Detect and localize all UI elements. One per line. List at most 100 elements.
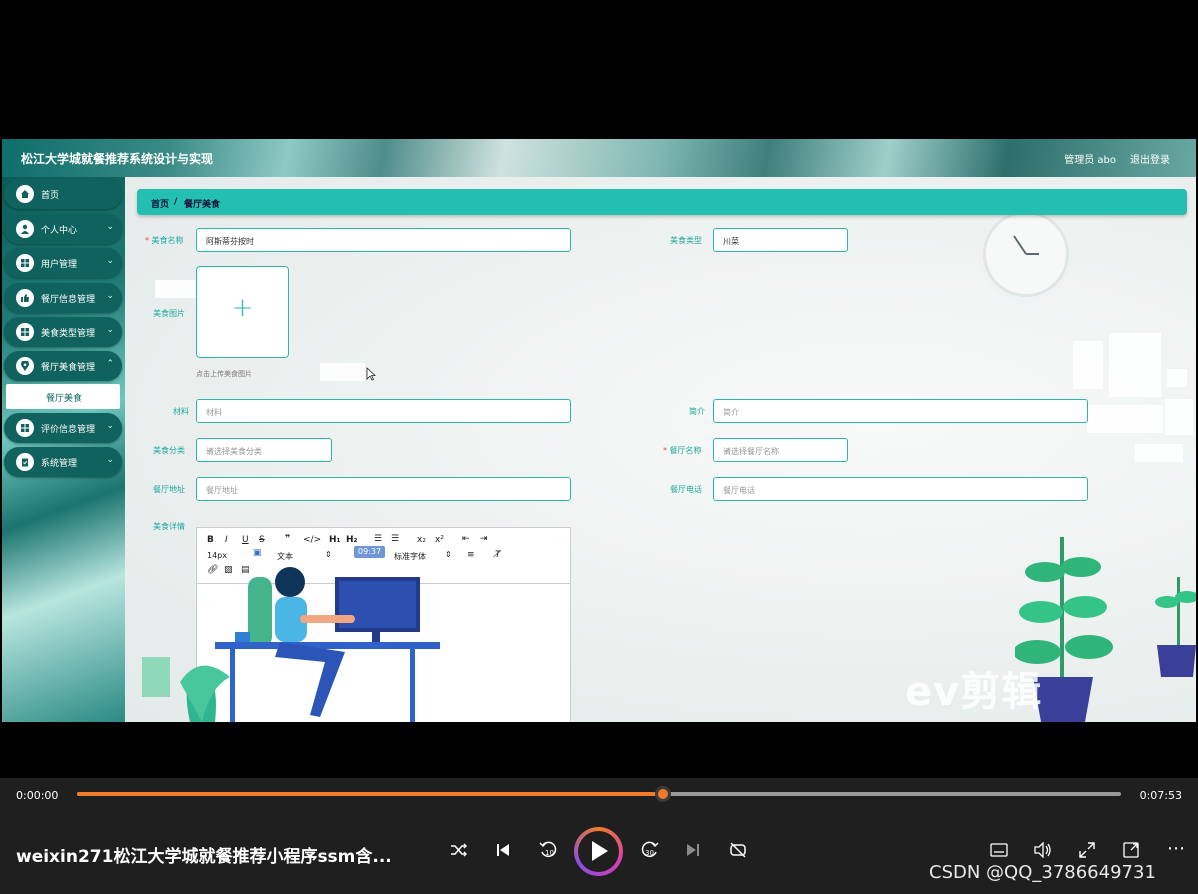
rewind-10-icon[interactable]: 10 bbox=[538, 840, 558, 864]
quote-button[interactable]: ❞ bbox=[285, 534, 290, 544]
sidebar-item-label: 餐厅信息管理 bbox=[41, 295, 96, 305]
play-button[interactable] bbox=[574, 827, 623, 876]
h2-button[interactable]: H₂ bbox=[346, 535, 357, 545]
fullscreen-icon[interactable] bbox=[1079, 842, 1095, 862]
video-frame[interactable]: 松江大学城就餐推荐系统设计与实现 管理员 abo 退出登录 首页 个人中心 ⌄ … bbox=[2, 139, 1196, 722]
location-icon bbox=[16, 357, 34, 375]
chevron-down-icon: ⌄ bbox=[106, 455, 114, 465]
dropdown-arrow-icon: ⇕ bbox=[445, 550, 452, 559]
sidebar-item-label: 系统管理 bbox=[41, 459, 78, 469]
ordered-list-button[interactable]: ☰ bbox=[374, 534, 382, 544]
decor-panel bbox=[155, 280, 197, 298]
thumb-icon bbox=[16, 289, 34, 307]
subscript-button[interactable]: x₂ bbox=[417, 535, 426, 545]
chevron-down-icon: ⌄ bbox=[106, 291, 114, 301]
svg-text:10: 10 bbox=[545, 849, 554, 857]
food-type-select[interactable]: 川菜 ⌄ bbox=[713, 228, 848, 252]
decor-panel bbox=[1109, 333, 1161, 397]
decor-panel bbox=[1135, 444, 1183, 462]
chevron-down-icon: ⌄ bbox=[723, 235, 730, 244]
forward-30-icon[interactable]: 30 bbox=[640, 840, 660, 864]
superscript-button[interactable]: x² bbox=[435, 535, 444, 545]
outdent-button[interactable]: ⇤ bbox=[462, 534, 470, 544]
address-label: 餐厅地址 bbox=[153, 485, 185, 494]
indent-button[interactable]: ⇥ bbox=[480, 534, 488, 544]
food-name-label: * 美食名称 bbox=[145, 236, 184, 245]
h1-button[interactable]: H₁ bbox=[329, 535, 340, 545]
plus-icon: + bbox=[231, 293, 254, 323]
italic-button[interactable]: I bbox=[225, 535, 228, 545]
code-button[interactable]: </> bbox=[303, 535, 321, 545]
phone-label: 餐厅电话 bbox=[670, 485, 702, 494]
decor-panel bbox=[1073, 341, 1103, 389]
strike-button[interactable]: S bbox=[259, 535, 265, 545]
breadcrumb-current: 餐厅美食 bbox=[184, 200, 221, 210]
category-select[interactable]: 请选择美食分类 ⌄ bbox=[196, 438, 332, 462]
svg-text:30: 30 bbox=[645, 849, 654, 857]
upload-hint: 点击上传美食图片 bbox=[196, 370, 252, 378]
more-options-icon[interactable]: ⋯ bbox=[1167, 838, 1185, 859]
grid-icon bbox=[16, 323, 34, 341]
volume-icon[interactable] bbox=[1034, 841, 1052, 862]
sidebar-item-profile[interactable]: 个人中心 ⌄ bbox=[4, 214, 122, 244]
sidebar-item-home[interactable]: 首页 bbox=[4, 179, 122, 209]
sidebar-item-users[interactable]: 用户管理 ⌄ bbox=[4, 248, 122, 278]
decor-panel bbox=[1167, 369, 1187, 387]
decor-panel bbox=[320, 363, 365, 381]
chevron-down-icon: ⌄ bbox=[106, 256, 114, 266]
previous-icon[interactable] bbox=[495, 842, 511, 862]
image-upload-box[interactable]: + bbox=[196, 266, 289, 358]
bullet-list-button[interactable]: ☰ bbox=[391, 534, 399, 544]
clear-format-button[interactable]: T̸ bbox=[495, 550, 501, 560]
sidebar: 首页 个人中心 ⌄ 用户管理 ⌄ 餐厅信息管理 ⌄ 美食类型管理 ⌄ 餐厅美食管… bbox=[2, 177, 125, 722]
home-icon bbox=[16, 185, 34, 203]
seek-bar[interactable] bbox=[77, 786, 1121, 802]
shuffle-icon[interactable] bbox=[450, 842, 468, 862]
repeat-off-icon[interactable] bbox=[729, 841, 747, 863]
sidebar-item-restaurant-info[interactable]: 餐厅信息管理 ⌄ bbox=[4, 283, 122, 313]
sidebar-item-label: 用户管理 bbox=[41, 260, 78, 270]
admin-user-label: 管理员 abo bbox=[1064, 155, 1116, 166]
category-label: 美食分类 bbox=[153, 446, 185, 455]
mini-player-icon[interactable] bbox=[1123, 842, 1139, 862]
play-icon bbox=[592, 841, 608, 861]
breadcrumb: 首页 / 餐厅美食 bbox=[137, 189, 1187, 215]
align-button[interactable]: ≡ bbox=[467, 550, 475, 560]
grid-icon bbox=[16, 254, 34, 272]
underline-button[interactable]: U bbox=[242, 535, 249, 545]
seek-progress bbox=[77, 792, 663, 796]
sidebar-item-restaurant-food[interactable]: 餐厅美食管理 ⌃ bbox=[4, 351, 122, 381]
intro-label: 简介 bbox=[689, 407, 705, 416]
sidebar-subitem-restaurant-food[interactable]: 餐厅美食 bbox=[6, 384, 120, 409]
decor-panel bbox=[1087, 405, 1163, 433]
grid-icon bbox=[16, 419, 34, 437]
chevron-down-icon: ⌄ bbox=[723, 445, 730, 454]
breadcrumb-home[interactable]: 首页 bbox=[151, 197, 169, 210]
bold-button[interactable]: B bbox=[207, 535, 214, 545]
sidebar-item-system[interactable]: 系统管理 ⌄ bbox=[4, 447, 122, 477]
next-icon[interactable] bbox=[685, 842, 701, 862]
logout-link[interactable]: 退出登录 bbox=[1130, 151, 1170, 166]
captions-icon[interactable] bbox=[990, 843, 1008, 861]
ev-editor-logo: ev剪辑 bbox=[905, 669, 1043, 715]
sidebar-item-label: 个人中心 bbox=[41, 226, 78, 236]
sidebar-item-label: 美食类型管理 bbox=[41, 329, 96, 339]
sidebar-item-label: 首页 bbox=[41, 191, 60, 201]
player-controls: 0:00:00 0:07:53 weixin271松江大学城就餐推荐小程序ssm… bbox=[0, 778, 1198, 894]
restaurant-label: * 餐厅名称 bbox=[663, 446, 702, 455]
sidebar-item-label: 评价信息管理 bbox=[41, 425, 96, 435]
food-name-input[interactable]: 阿斯蒂芬按时 bbox=[196, 228, 571, 252]
chevron-down-icon: ⌄ bbox=[106, 222, 114, 232]
sidebar-item-label: 餐厅美食管理 bbox=[41, 363, 96, 373]
intro-input[interactable]: 简介 bbox=[713, 399, 1088, 423]
seek-thumb[interactable] bbox=[654, 786, 671, 802]
address-input[interactable]: 餐厅地址 bbox=[196, 477, 571, 501]
chevron-up-icon: ⌃ bbox=[106, 359, 114, 369]
chevron-down-icon: ⌄ bbox=[106, 325, 114, 335]
ingredients-input[interactable]: 材料 bbox=[196, 399, 571, 423]
restaurant-select[interactable]: 请选择餐厅名称 ⌄ bbox=[713, 438, 848, 462]
phone-input[interactable]: 餐厅电话 bbox=[713, 477, 1088, 501]
sidebar-item-food-types[interactable]: 美食类型管理 ⌄ bbox=[4, 317, 122, 347]
details-label: 美食详情 bbox=[153, 522, 185, 531]
sidebar-item-reviews[interactable]: 评价信息管理 ⌄ bbox=[4, 413, 122, 443]
